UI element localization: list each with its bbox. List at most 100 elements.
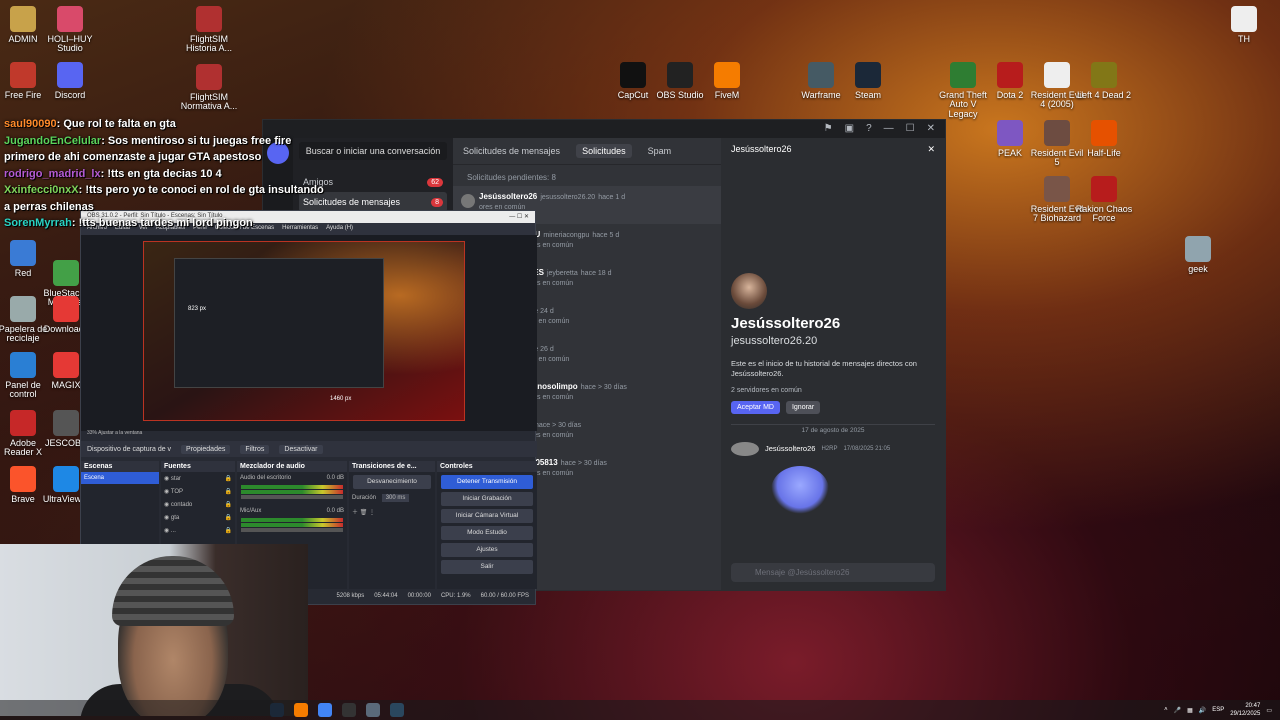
source-item[interactable]: ◉ gta 🔒 bbox=[161, 511, 235, 524]
source-item[interactable]: ◉ star 🔒 bbox=[161, 472, 235, 485]
chrome-icon[interactable] bbox=[318, 703, 332, 717]
lock-icon[interactable]: 🔒 bbox=[225, 514, 232, 521]
desktop-icon[interactable]: FiveM bbox=[698, 62, 756, 100]
desktop-icon[interactable]: Rakion Chaos Force bbox=[1075, 176, 1133, 224]
source-item[interactable]: ◉ TOP 🔒 bbox=[161, 485, 235, 498]
desktop-icon[interactable]: Steam bbox=[839, 62, 897, 100]
duration-input[interactable]: 300 ms bbox=[381, 494, 410, 502]
eye-icon[interactable]: ◉ bbox=[164, 528, 169, 534]
scene-item[interactable]: Escena bbox=[81, 472, 159, 484]
desktop-icon[interactable]: Discord bbox=[41, 62, 99, 100]
mic-icon[interactable]: 🎤 bbox=[1174, 707, 1181, 714]
bluestacks-icon bbox=[53, 260, 79, 286]
half-life-icon bbox=[1091, 120, 1117, 146]
tab-spam[interactable]: Spam bbox=[648, 146, 672, 156]
desktop-icon[interactable]: geek bbox=[1169, 236, 1227, 274]
language-indicator[interactable]: ESP bbox=[1212, 707, 1224, 713]
lock-icon[interactable]: 🔒 bbox=[225, 527, 232, 534]
app-icon[interactable] bbox=[366, 703, 380, 717]
network-icon[interactable]: ▦ bbox=[1187, 707, 1193, 714]
virtual-camera-button[interactable]: Iniciar Cámara Virtual bbox=[441, 509, 533, 523]
chevron-up-icon[interactable]: ˄ bbox=[1164, 707, 1168, 713]
source-label: TOP bbox=[170, 489, 184, 495]
volume-slider[interactable] bbox=[241, 495, 343, 499]
desktop-icon[interactable]: FlightSIM Normativa A... bbox=[180, 64, 238, 112]
fivem-icon bbox=[714, 62, 740, 88]
obs-window-controls[interactable]: — ☐ ✕ bbox=[509, 213, 529, 221]
message-author[interactable]: Jesússoltero26 bbox=[765, 444, 815, 453]
close-icon[interactable]: ✕ bbox=[927, 144, 935, 155]
desktop-icon[interactable]: Left 4 Dead 2 bbox=[1075, 62, 1133, 100]
desktop-icon[interactable]: HOLI–HUY Studio bbox=[41, 6, 99, 54]
start-recording-button[interactable]: Iniciar Grabación bbox=[441, 492, 533, 506]
stop-stream-button[interactable]: Detener Transmisión bbox=[441, 475, 533, 489]
channel-label: Audio del escritorio bbox=[240, 475, 292, 481]
app-icon bbox=[53, 410, 79, 436]
source-label: gta bbox=[170, 515, 180, 521]
obs-menu-item[interactable]: Ayuda (H) bbox=[326, 225, 353, 233]
exit-button[interactable]: Salir bbox=[441, 560, 533, 574]
zoom-mode: Ajustar a la ventana bbox=[98, 430, 143, 436]
desktop-icon[interactable]: FlightSIM Historia A... bbox=[180, 6, 238, 54]
add-icon[interactable]: ＋ bbox=[352, 510, 358, 516]
message-input[interactable]: Mensaje @Jesússoltero26 bbox=[731, 563, 935, 582]
eye-icon[interactable]: ◉ bbox=[164, 515, 169, 521]
zoom-status[interactable]: 33% Ajustar a la ventana bbox=[81, 429, 537, 439]
lock-icon[interactable]: 🔒 bbox=[225, 475, 232, 482]
lock-icon[interactable]: 🔒 bbox=[225, 501, 232, 508]
close-button[interactable]: ✕ bbox=[927, 123, 935, 135]
lock-icon[interactable]: 🔒 bbox=[225, 488, 232, 495]
desktop-icon-label: Left 4 Dead 2 bbox=[1076, 90, 1132, 100]
settings-button[interactable]: Ajustes bbox=[441, 543, 533, 557]
app-icon bbox=[53, 466, 79, 492]
clock-time: 20:47 bbox=[1245, 703, 1261, 709]
request-username: mineriacongpu bbox=[543, 232, 590, 239]
fivem-icon[interactable] bbox=[294, 703, 308, 717]
preview-width-label: 1460 px bbox=[330, 396, 352, 402]
ignore-button[interactable]: Ignorar bbox=[785, 400, 821, 414]
maximize-button[interactable]: ☐ bbox=[906, 123, 915, 135]
date-divider: 17 de agosto de 2025 bbox=[731, 423, 935, 434]
filters-button[interactable]: Filtros bbox=[240, 444, 270, 454]
eye-icon[interactable]: ◉ bbox=[164, 476, 169, 482]
obs-preview[interactable]: 1460 px 823 px bbox=[81, 235, 537, 431]
screen-icon[interactable]: ▣ bbox=[845, 123, 854, 135]
folder-icon bbox=[53, 296, 79, 322]
request-mutual: dores en común bbox=[523, 432, 574, 439]
gta-icon bbox=[950, 62, 976, 88]
minimize-button[interactable]: — bbox=[884, 123, 894, 135]
volume-slider[interactable] bbox=[241, 528, 343, 532]
steam-icon[interactable] bbox=[270, 703, 284, 717]
mutual-servers[interactable]: 2 servidores en común bbox=[731, 387, 935, 394]
desktop-icon[interactable]: TH bbox=[1215, 6, 1273, 44]
desktop-icon[interactable]: Half-Life bbox=[1075, 120, 1133, 158]
more-icon[interactable]: ⋮ bbox=[369, 510, 375, 516]
transition-select[interactable]: Desvanecimiento bbox=[353, 475, 431, 489]
tab-requests[interactable]: Solicitudes bbox=[576, 144, 632, 158]
chat-username: SorenMyrrah bbox=[4, 217, 72, 229]
obs-icon[interactable] bbox=[342, 703, 356, 717]
game-icon bbox=[1044, 176, 1070, 202]
chat-message: Xxinfecci0nxX: !tts pero yo te conoci en… bbox=[4, 182, 324, 215]
preview-canvas[interactable]: 1460 px 823 px bbox=[143, 241, 465, 421]
source-item[interactable]: ◉ contado 🔒 bbox=[161, 498, 235, 511]
inbox-icon[interactable]: ⚑ bbox=[824, 123, 833, 135]
request-mutual: ores en común bbox=[523, 318, 570, 325]
mixer-title: Mezclador de audio bbox=[237, 461, 347, 472]
eye-icon[interactable]: ◉ bbox=[164, 502, 169, 508]
taskbar-apps bbox=[270, 703, 404, 717]
desktop-icon-label: Half-Life bbox=[1087, 148, 1121, 158]
volume-icon[interactable]: 🔊 bbox=[1199, 707, 1206, 714]
studio-mode-button[interactable]: Modo Estudio bbox=[441, 526, 533, 540]
profile-name: Jesússoltero26 bbox=[731, 315, 841, 332]
clock[interactable]: 20:47 29/12/2025 bbox=[1230, 702, 1260, 718]
steam-icon[interactable] bbox=[390, 703, 404, 717]
help-icon[interactable]: ? bbox=[866, 123, 872, 135]
trash-icon[interactable]: 🗑 bbox=[360, 510, 368, 516]
notification-icon[interactable]: ▭ bbox=[1266, 707, 1272, 714]
accept-button[interactable]: Aceptar MD bbox=[731, 400, 780, 414]
properties-button[interactable]: Propiedades bbox=[181, 444, 231, 454]
eye-icon[interactable]: ◉ bbox=[164, 489, 169, 495]
source-item[interactable]: ◉ ... 🔒 bbox=[161, 524, 235, 537]
deactivate-button[interactable]: Desactivar bbox=[279, 444, 323, 454]
